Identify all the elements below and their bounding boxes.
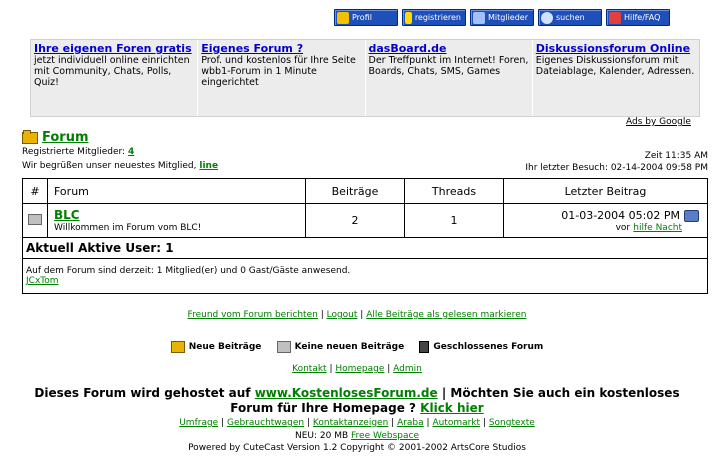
mark-read-link[interactable]: Alle Beiträge als gelesen markieren [366, 310, 526, 320]
free-webspace-link[interactable]: Free Webspace [351, 431, 419, 441]
new-posts-folder-icon [170, 341, 185, 353]
members-button[interactable]: Mitglieder [470, 9, 534, 26]
profile-button[interactable]: Profil [334, 9, 398, 26]
ad-3[interactable]: dasBoard.de Der Treffpunkt im Internet! F… [366, 40, 533, 116]
no-new-posts-icon [28, 213, 42, 225]
homepage-link[interactable]: Homepage [335, 364, 384, 374]
contact-link[interactable]: Kontakt [292, 364, 326, 374]
last-visit: Ihr letzter Besuch: 02-14-2004 09:58 PM [525, 163, 708, 173]
ad-4[interactable]: Diskussionsforum Online Eigenes Diskussio… [533, 40, 699, 116]
forum-description: Willkommen im Forum vom BLC! [54, 223, 202, 233]
ad-2[interactable]: Eigenes Forum ? Prof. und kostenlos für I… [198, 40, 366, 116]
bottom-link-kontaktanzeigen[interactable]: Kontaktanzeigen [313, 418, 388, 428]
bottom-link-gebrauchtwagen[interactable]: Gebrauchtwagen [227, 418, 304, 428]
help-button[interactable]: Hilfe/FAQ [606, 9, 670, 26]
no-new-posts-folder-icon [276, 341, 291, 353]
register-button[interactable]: registrieren [402, 9, 466, 26]
bottom-link-automarkt[interactable]: Automarkt [432, 418, 480, 428]
new-webspace: NEU: 20 MB Free Webspace [294, 431, 419, 441]
registered-members: Registrierte Mitglieder: 4 [22, 147, 135, 157]
admin-link[interactable]: Admin [393, 364, 422, 374]
col-threads: Threads [404, 178, 504, 204]
key-icon [405, 11, 412, 24]
col-forum: Forum [47, 178, 306, 204]
click-here-link[interactable]: Klick hier [420, 401, 484, 415]
search-icon [541, 11, 553, 24]
tell-friend-link[interactable]: Freund vom Forum berichten [188, 310, 318, 320]
hosting-link[interactable]: www.KostenlosesForum.de [255, 386, 438, 400]
last-post-icon[interactable] [684, 209, 699, 222]
help-icon [609, 11, 621, 24]
legend: Neue Beiträge Keine neuen Beiträge Gesch… [0, 341, 714, 356]
bottom-link-umfrage[interactable]: Umfrage [179, 418, 218, 428]
ad-1[interactable]: Ihre eigenen Foren gratis jetzt individue… [31, 40, 199, 116]
threads-count: 1 [404, 203, 504, 238]
col-posts: Beiträge [305, 178, 405, 204]
newest-member-link[interactable]: line [199, 161, 218, 171]
welcome-line: Wir begrüßen unser neuestes Mitglied, li… [22, 161, 219, 171]
current-time: Zeit 11:35 AM [644, 151, 708, 161]
ads-by-google-link[interactable]: Ads by Google [626, 117, 691, 127]
col-number: # [22, 178, 48, 204]
forum-title-link[interactable]: Forum [42, 130, 89, 145]
bottom-link-songtexte[interactable]: Songtexte [489, 418, 535, 428]
forum-link-blc[interactable]: BLC [54, 208, 80, 222]
profile-icon [337, 11, 349, 24]
footer-links: Kontakt | Homepage | Admin [292, 364, 422, 374]
members-icon [473, 11, 485, 24]
hosting-notice: Dieses Forum wird gehostet auf www.Koste… [34, 386, 680, 415]
registered-count-link[interactable]: 4 [128, 147, 134, 157]
table-header-row: # Forum Beiträge Threads Letzter Beitrag [22, 178, 708, 204]
locked-forum-icon [419, 341, 430, 353]
table-row: BLC Willkommen im Forum vom BLC! 2 1 01-… [22, 203, 708, 238]
folder-open-icon [22, 129, 38, 144]
logout-link[interactable]: Logout [327, 310, 358, 320]
forum-heading: Forum [22, 129, 89, 145]
active-user-link[interactable]: JCxTom [26, 276, 59, 286]
action-links: Freund vom Forum berichten | Logout | Al… [187, 310, 527, 320]
powered-by: Powered by CuteCast Version 1.2 Copyrigh… [188, 443, 526, 453]
last-post-date: 01-03-2004 05:02 PM [561, 208, 680, 222]
last-post-user-link[interactable]: hilfe Nacht [633, 223, 682, 233]
posts-count: 2 [305, 203, 405, 238]
col-last-post: Letzter Beitrag [503, 178, 708, 204]
bottom-link-araba[interactable]: Araba [397, 418, 424, 428]
forum-table: # Forum Beiträge Threads Letzter Beitrag… [22, 178, 708, 294]
bottom-links: Umfrage | Gebrauchtwagen | Kontaktanzeig… [179, 418, 535, 428]
active-users-text: Auf dem Forum sind derzeit: 1 Mitglied(e… [26, 266, 351, 276]
ad-banner: Ihre eigenen Foren gratis jetzt individue… [30, 39, 700, 117]
search-button[interactable]: suchen [538, 9, 602, 26]
active-users-heading: Aktuell Aktive User: 1 [22, 237, 708, 259]
top-navigation: Profil registrieren Mitglieder suchen Hi… [334, 9, 670, 26]
